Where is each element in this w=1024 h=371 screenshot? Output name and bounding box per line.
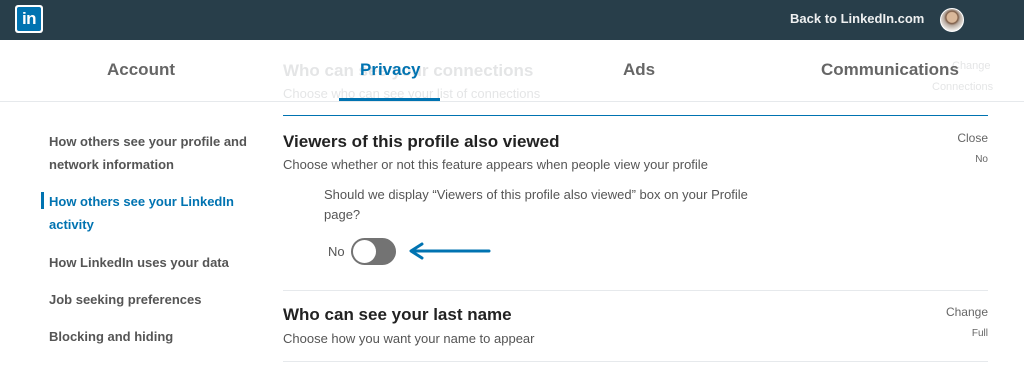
lastname-section-title: Who can see your last name — [283, 305, 512, 324]
sidebar-item-data-usage[interactable]: How LinkedIn uses your data — [49, 251, 264, 274]
settings-tabs: Who can see your connections Choose who … — [0, 40, 1024, 102]
sidebar-item-linkedin-activity[interactable]: How others see your LinkedIn activity — [49, 190, 264, 236]
linkedin-logo-text: in — [17, 7, 41, 31]
active-tab-indicator — [339, 98, 440, 101]
toggle-state-label: No — [328, 244, 345, 259]
tab-privacy[interactable]: Privacy — [360, 60, 421, 80]
avatar[interactable] — [940, 8, 964, 32]
section-divider-active — [283, 115, 988, 116]
sidebar-item-blocking-hiding[interactable]: Blocking and hiding — [49, 325, 264, 348]
lastname-section-desc: Choose how you want your name to appear — [283, 331, 535, 346]
top-bar: in Back to LinkedIn.com — [0, 0, 1024, 40]
tab-ads[interactable]: Ads — [623, 60, 655, 80]
arrow-left-icon — [409, 242, 491, 260]
ghost-value: Connections — [932, 81, 994, 93]
viewers-question: Should we display “Viewers of this profi… — [324, 187, 748, 222]
viewers-section-title: Viewers of this profile also viewed — [283, 132, 560, 151]
sidebar-item-job-seeking[interactable]: Job seeking preferences — [49, 288, 264, 311]
sidebar-item-profile-network[interactable]: How others see your profile and network … — [49, 130, 264, 176]
tab-communications[interactable]: Communications — [821, 60, 959, 80]
viewers-toggle[interactable] — [351, 238, 396, 265]
viewers-section-desc: Choose whether or not this feature appea… — [283, 157, 708, 172]
viewers-current-value: No — [975, 154, 988, 165]
lastname-current-value: Full — [971, 328, 988, 339]
toggle-knob — [353, 240, 376, 263]
close-button[interactable]: Close — [957, 131, 988, 145]
change-button[interactable]: Change — [946, 305, 988, 319]
linkedin-logo[interactable]: in — [15, 5, 43, 33]
section-divider-bottom — [283, 361, 988, 362]
back-to-linkedin-link[interactable]: Back to LinkedIn.com — [790, 11, 924, 26]
tab-account[interactable]: Account — [107, 60, 175, 80]
section-divider — [283, 290, 988, 291]
sidebar-active-indicator — [41, 192, 44, 209]
